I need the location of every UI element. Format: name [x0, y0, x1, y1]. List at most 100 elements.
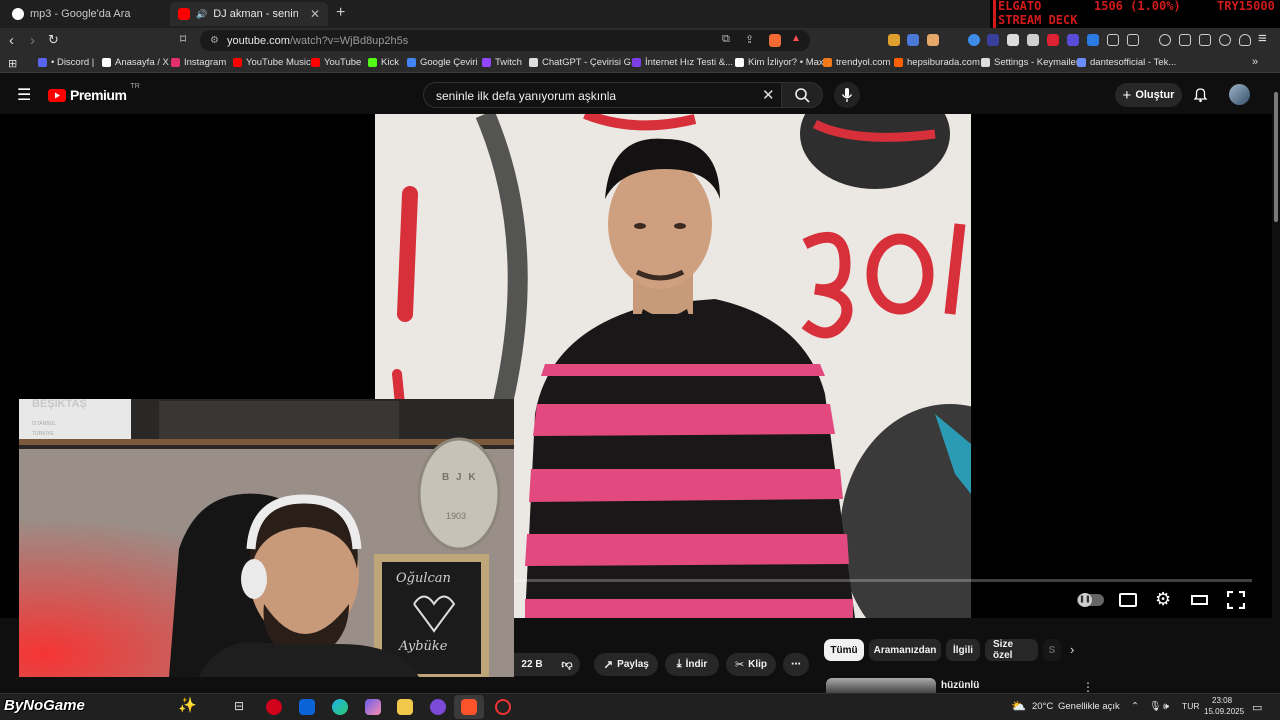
brave-shield-icon[interactable] — [769, 34, 781, 47]
tab-youtube-video[interactable]: 🔊 DJ akman - seninle ilk defa ya ✕ — [170, 2, 328, 26]
reload-icon[interactable]: ↻ — [48, 32, 59, 48]
share-page-icon[interactable]: ⇪ — [745, 33, 754, 46]
extension-icon[interactable] — [1007, 34, 1019, 46]
extensions-puzzle-icon[interactable] — [1107, 34, 1119, 46]
dislike-icon[interactable]: 👎︎ — [561, 658, 572, 671]
chip-partial[interactable]: S — [1043, 639, 1061, 661]
extension-icon[interactable] — [1027, 34, 1039, 46]
apps-grid-icon[interactable]: ⊞ — [8, 57, 17, 70]
opera-icon[interactable] — [266, 699, 282, 715]
brave-rewards-icon[interactable]: ▲ — [791, 33, 801, 44]
bookmark-item[interactable]: Kim İzliyor? • Max — [735, 57, 824, 68]
close-icon[interactable]: ✕ — [310, 7, 320, 21]
clear-search-icon[interactable]: ✕ — [762, 86, 775, 104]
related-video-thumbnail[interactable] — [826, 678, 936, 693]
clock-date[interactable]: 15.09.2025 — [1204, 707, 1244, 716]
page-scrollbar[interactable] — [1272, 74, 1280, 693]
copilot-icon[interactable] — [365, 699, 381, 715]
back-icon[interactable]: ‹ — [9, 32, 14, 49]
chip-for-you[interactable]: Size özel — [985, 639, 1038, 661]
weather-temp[interactable]: 20°C — [1032, 701, 1053, 712]
clock-time[interactable]: 23:08 — [1212, 696, 1232, 705]
bookmark-item[interactable]: Anasayfa / X — [102, 57, 169, 68]
forward-icon[interactable]: › — [30, 32, 35, 49]
extension-icon[interactable] — [927, 34, 939, 46]
microphone-tray-icon[interactable]: 🎙︎ — [1149, 701, 1161, 712]
weather-desc[interactable]: Genellikle açık — [1058, 701, 1120, 712]
vpn-extension-icon[interactable] — [987, 34, 999, 46]
outlook-icon[interactable] — [299, 699, 315, 715]
site-settings-icon[interactable]: ⚙ — [210, 35, 219, 46]
bookmark-item[interactable]: trendyol.com — [823, 57, 890, 68]
vpn-shield-icon[interactable] — [1239, 34, 1251, 46]
address-bar[interactable]: ⚙ youtube.com/watch?v=WjBd8up2h5s ⧉ ⇪ ▲ — [200, 30, 810, 51]
brave-taskbar-button[interactable] — [454, 695, 484, 719]
subtitles-icon[interactable] — [1119, 593, 1137, 607]
copilot-sparkle-icon[interactable]: ✨ — [178, 696, 197, 714]
bookmark-item[interactable]: Twitch — [482, 57, 522, 68]
bookmark-icon[interactable]: ⌑ — [180, 32, 186, 46]
avatar[interactable] — [1229, 84, 1250, 105]
extension-icon[interactable] — [1047, 34, 1059, 46]
bookmark-item[interactable]: Instagram — [171, 57, 226, 68]
chip-from-search[interactable]: Aramanızdan — [869, 639, 941, 661]
extension-icon[interactable] — [1067, 34, 1079, 46]
bookmark-item[interactable]: İnternet Hız Testi &... — [632, 57, 733, 68]
share-button[interactable]: ↗ Paylaş — [594, 653, 658, 676]
theater-mode-icon[interactable] — [1191, 595, 1208, 605]
input-language[interactable]: TUR — [1182, 701, 1199, 711]
search-button[interactable] — [781, 82, 823, 108]
tray-expand-icon[interactable]: ⌃ — [1131, 701, 1139, 712]
obs-icon[interactable] — [495, 699, 511, 715]
extension-icon[interactable] — [888, 34, 900, 46]
open-in-app-icon[interactable]: ⧉ — [722, 33, 730, 46]
new-tab-button[interactable]: + — [336, 4, 345, 22]
screenshot-icon[interactable] — [1127, 34, 1139, 46]
related-more-icon[interactable]: ⋮ — [1082, 680, 1094, 694]
bookmark-item[interactable]: hepsiburada.com — [894, 57, 980, 68]
app-icon[interactable] — [430, 699, 446, 715]
autoplay-toggle[interactable]: ❚❚ — [1077, 593, 1104, 607]
bookmark-item[interactable]: • Discord | — [38, 57, 94, 68]
bookmark-item[interactable]: YouTube Music — [233, 57, 311, 68]
more-bookmarks-icon[interactable]: » — [1252, 56, 1258, 68]
bookmark-item[interactable]: Google Çeviri — [407, 57, 478, 68]
youtube-premium-logo[interactable]: Premium TR — [48, 83, 140, 103]
search-input[interactable]: seninle ilk defa yanıyorum aşkınla ✕ — [423, 82, 785, 108]
sidebar-icon[interactable] — [1179, 34, 1191, 46]
bookmark-item[interactable]: YouTube — [311, 57, 361, 68]
more-actions-button[interactable]: ⋯ — [783, 653, 809, 676]
related-video-title[interactable]: hüzünlü — [941, 680, 979, 691]
like-count[interactable]: 22 B — [521, 659, 542, 670]
notifications-icon[interactable]: ▭ — [1252, 701, 1262, 714]
bookmark-item[interactable]: Settings - Keymailer — [981, 57, 1079, 68]
tab-google-search[interactable]: mp3 - Google'da Ara — [4, 2, 170, 26]
chips-next-icon[interactable]: › — [1070, 642, 1074, 657]
voice-search-button[interactable] — [834, 82, 860, 108]
wallet-icon[interactable] — [1199, 34, 1211, 46]
download-button[interactable]: ⤓ İndir — [665, 653, 719, 676]
leo-ai-icon[interactable] — [1219, 34, 1231, 46]
settings-gear-icon[interactable]: ⚙ — [1155, 589, 1171, 610]
volume-icon[interactable]: 🕪 — [1163, 701, 1169, 712]
file-explorer-icon[interactable] — [397, 699, 413, 715]
chip-all[interactable]: Tümü — [824, 639, 864, 661]
guide-menu-icon[interactable]: ☰ — [17, 85, 31, 105]
chip-related[interactable]: İlgili — [946, 639, 980, 661]
notifications-bell-icon[interactable] — [1192, 86, 1209, 103]
bookmark-item[interactable]: dantesofficial - Tek... — [1077, 57, 1176, 68]
bookmark-item[interactable]: ChatGPT - Çevirisi G... — [529, 57, 639, 68]
fullscreen-icon[interactable] — [1227, 591, 1245, 609]
scrollbar-thumb[interactable] — [1274, 92, 1278, 222]
create-button[interactable]: + Oluştur — [1115, 83, 1182, 107]
extension-icon[interactable] — [1087, 34, 1099, 46]
translate-extension-icon[interactable] — [907, 34, 919, 46]
media-control-icon[interactable] — [1159, 34, 1171, 46]
menu-icon[interactable]: ≡ — [1258, 30, 1267, 47]
clip-button[interactable]: ✂ Klip — [726, 653, 776, 676]
bookmark-item[interactable]: Kick — [368, 57, 399, 68]
extension-icon[interactable] — [968, 34, 980, 46]
weather-icon[interactable]: ⛅ — [1011, 699, 1026, 713]
task-view-icon[interactable]: ⊟ — [234, 699, 244, 713]
edge-icon[interactable] — [332, 699, 348, 715]
